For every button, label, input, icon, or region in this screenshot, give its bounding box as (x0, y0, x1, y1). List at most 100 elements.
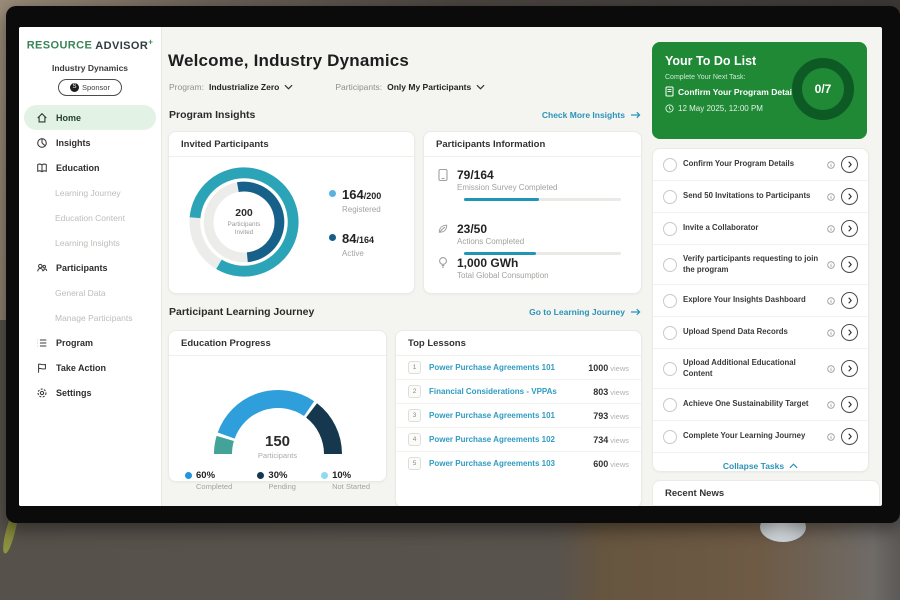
people-icon (36, 262, 48, 274)
todo-go-button[interactable] (841, 256, 858, 273)
chevron-down-icon (476, 84, 485, 90)
chevron-right-icon (848, 225, 852, 232)
bulb-icon (437, 256, 449, 270)
todo-go-button[interactable] (841, 324, 858, 341)
book-icon (36, 162, 48, 174)
todo-go-button[interactable] (841, 396, 858, 413)
todo-item[interactable]: Upload Additional Educational Content (653, 349, 868, 389)
sidebar-item-education[interactable]: Education (24, 155, 156, 180)
todo-checkbox[interactable] (663, 430, 677, 444)
lesson-row[interactable]: 4 Power Purchase Agreements 102 734views (396, 427, 641, 451)
list-icon (36, 337, 48, 349)
survey-icon (437, 168, 449, 182)
todo-summary-card: Your To Do List Complete Your Next Task:… (652, 42, 867, 139)
stat-emission-survey: 79/164 Emission Survey Completed (437, 168, 625, 192)
sidebar-item-settings[interactable]: Settings (24, 380, 156, 405)
lesson-row[interactable]: 5 Power Purchase Agreements 103 600views (396, 451, 641, 475)
next-task: Confirm Your Program Details (665, 86, 799, 97)
todo-item[interactable]: Achieve One Sustainability Target (653, 389, 868, 421)
todo-item[interactable]: Upload Spend Data Records (653, 317, 868, 349)
program-insights-header: Program Insights Check More Insights (169, 109, 641, 121)
sidebar-item-general-data[interactable]: General Data (24, 280, 156, 305)
todo-go-button[interactable] (841, 220, 858, 237)
info-icon[interactable] (827, 401, 835, 409)
education-progress-card: Education Progress 150 Participants 60% … (168, 330, 387, 482)
rank-badge: 4 (408, 433, 421, 446)
lesson-row[interactable]: 2 Financial Considerations - VPPAs 803vi… (396, 379, 641, 403)
lesson-link[interactable]: Power Purchase Agreements 101 (429, 411, 593, 420)
go-to-learning-journey-link[interactable]: Go to Learning Journey (529, 307, 641, 317)
sidebar-item-program[interactable]: Program (24, 330, 156, 355)
sidebar-item-take-action[interactable]: Take Action (24, 355, 156, 380)
donut-legend: 164/200 Registered 84/164 Active (329, 186, 381, 258)
todo-go-button[interactable] (841, 428, 858, 445)
sidebar-item-home[interactable]: Home (24, 105, 156, 130)
todo-checkbox[interactable] (663, 362, 677, 376)
sidebar-item-insights[interactable]: Insights (24, 130, 156, 155)
todo-checkbox[interactable] (663, 158, 677, 172)
brand-resource: RESOURCE (27, 40, 93, 52)
task-icon (665, 86, 674, 97)
lesson-row[interactable]: 3 Power Purchase Agreements 101 793views (396, 403, 641, 427)
legend-dot (185, 472, 192, 479)
rank-badge: 5 (408, 457, 421, 470)
sidebar-item-manage-participants[interactable]: Manage Participants (24, 305, 156, 330)
info-icon[interactable] (827, 433, 835, 441)
lesson-link[interactable]: Power Purchase Agreements 103 (429, 459, 593, 468)
chevron-up-icon (789, 463, 798, 469)
chevron-right-icon (848, 433, 852, 440)
info-icon[interactable] (827, 193, 835, 201)
todo-checkbox[interactable] (663, 222, 677, 236)
chevron-right-icon (848, 193, 852, 200)
todo-go-button[interactable] (841, 156, 858, 173)
lessons-list: 1 Power Purchase Agreements 101 1000view… (396, 356, 641, 475)
todo-checkbox[interactable] (663, 398, 677, 412)
leaf-icon (437, 222, 449, 235)
todo-item[interactable]: Verify participants requesting to join t… (653, 245, 868, 285)
todo-item[interactable]: Confirm Your Program Details (653, 149, 868, 181)
todo-go-button[interactable] (841, 292, 858, 309)
lesson-row[interactable]: 1 Power Purchase Agreements 101 1000view… (396, 356, 641, 379)
check-more-insights-link[interactable]: Check More Insights (542, 110, 641, 120)
actions-progress-bar (464, 252, 621, 255)
chevron-right-icon (848, 261, 852, 268)
learning-journey-header: Participant Learning Journey Go to Learn… (169, 306, 641, 318)
monitor-bezel: RESOURCE ADVISOR+ Industry Dynamics S Sp… (6, 6, 900, 523)
sidebar-item-participants[interactable]: Participants (24, 255, 156, 280)
participants-filter[interactable]: Participants: Only My Participants (335, 82, 485, 92)
sidebar-item-learning-journey[interactable]: Learning Journey (24, 180, 156, 205)
insights-icon (36, 137, 48, 149)
chevron-right-icon (848, 161, 852, 168)
due-date: 12 May 2025, 12:00 PM (665, 104, 763, 113)
lesson-link[interactable]: Power Purchase Agreements 102 (429, 435, 593, 444)
rank-badge: 3 (408, 409, 421, 422)
todo-checkbox[interactable] (663, 294, 677, 308)
todo-item[interactable]: Complete Your Learning Journey (653, 421, 868, 453)
todo-checkbox[interactable] (663, 326, 677, 340)
program-filter[interactable]: Program: Industrialize Zero (169, 82, 293, 92)
lesson-link[interactable]: Financial Considerations - VPPAs (429, 387, 593, 396)
todo-title: Your To Do List (665, 54, 756, 68)
top-lessons-card: Top Lessons 1 Power Purchase Agreements … (395, 330, 642, 506)
lesson-link[interactable]: Power Purchase Agreements 101 (429, 363, 588, 372)
todo-go-button[interactable] (841, 360, 858, 377)
info-icon[interactable] (827, 161, 835, 169)
info-icon[interactable] (827, 225, 835, 233)
collapse-tasks-link[interactable]: Collapse Tasks (653, 453, 868, 479)
todo-item[interactable]: Invite a Collaborator (653, 213, 868, 245)
todo-item[interactable]: Explore Your Insights Dashboard (653, 285, 868, 317)
chevron-right-icon (848, 329, 852, 336)
info-icon[interactable] (827, 365, 835, 373)
todo-checkbox[interactable] (663, 190, 677, 204)
info-icon[interactable] (827, 329, 835, 337)
todo-go-button[interactable] (841, 188, 858, 205)
sidebar-item-education-content[interactable]: Education Content (24, 205, 156, 230)
clock-icon (665, 104, 674, 113)
todo-item[interactable]: Send 50 Invitations to Participants (653, 181, 868, 213)
info-icon[interactable] (827, 297, 835, 305)
legend-completed: 60% Completed (185, 470, 232, 491)
todo-subtitle: Complete Your Next Task: (665, 74, 745, 81)
todo-checkbox[interactable] (663, 258, 677, 272)
sidebar-item-learning-insights[interactable]: Learning Insights (24, 230, 156, 255)
info-icon[interactable] (827, 261, 835, 269)
